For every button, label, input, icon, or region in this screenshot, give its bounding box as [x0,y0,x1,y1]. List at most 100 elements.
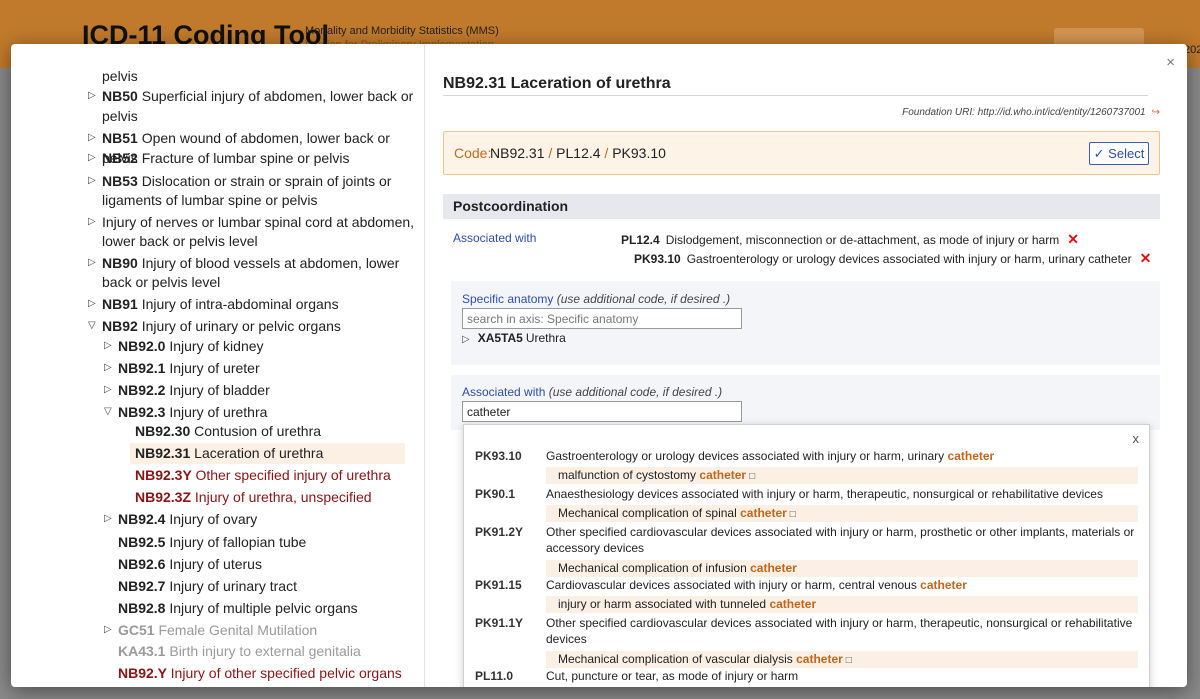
tree-row-label: back or pelvis level [102,274,221,290]
tree-row-code: NB92 [102,318,142,334]
result-description[interactable]: Other specified cardiovascular devices a… [546,524,1138,556]
result-description[interactable]: Cardiovascular devices associated with i… [546,577,1138,593]
result-description[interactable]: Cut, puncture or tear, as mode of injury… [546,668,1138,684]
expand-triangle-icon[interactable]: ▷ [88,212,96,232]
tree-row-label: Injury of nerves or lumbar spinal cord a… [102,214,415,230]
tree-row-label: Injury of multiple pelvic organs [169,600,358,616]
tree-row-label: Injury of kidney [169,338,264,354]
result-matched-term[interactable]: Mechanical complication of vascular dial… [546,651,1138,668]
tree-row-label: Superficial injury of abdomen, lower bac… [141,88,414,104]
postcoordination-item: PK93.10 Gastroenterology or urology devic… [634,250,1151,267]
tree-row-code: GC51 [118,622,159,638]
result-matched-term[interactable]: malfunction of cystostomy catheter □ [546,467,1138,484]
tree-row-text: NB90 Injury of blood vessels at abdomen,… [102,253,399,273]
expand-triangle-icon[interactable]: ▷ [104,336,112,356]
result-matched-term[interactable]: Mechanical complication of infusion cath… [546,560,1138,577]
tree-row-text: NB92.0 Injury of kidney [118,336,264,356]
tree-row-code: NB50 [102,88,142,104]
tree-row-code: NB51 [102,130,142,146]
tree-row-text: NB92.3Z Injury of urethra, unspecified [135,487,372,507]
result-description[interactable]: Anaesthesiology devices associated with … [546,486,1138,502]
remove-icon[interactable]: ✕ [1140,250,1152,266]
remove-icon[interactable]: ✕ [1067,231,1079,247]
code-ext-1: PL12.4 [556,145,601,161]
tree-row-text: KA43.1 Birth injury to external genitali… [118,641,361,661]
tree-row-label: Other specified injury of urethra [195,467,391,483]
tree-row-label: Injury of urinary or pelvic organs [141,318,341,334]
info-square-icon[interactable]: □ [846,655,852,666]
external-link-icon[interactable]: ↪ [1152,107,1160,118]
associated-with-link[interactable]: Associated with [453,231,536,245]
axis-result-code: XA5TA5 [477,331,523,345]
result-description-text: Gastroenterology or urology devices asso… [546,449,948,463]
tree-row-label: Injury of ovary [169,511,258,527]
result-code[interactable]: PL11.0 [475,669,513,683]
expand-triangle-icon[interactable]: ▷ [88,253,96,273]
title-divider [443,95,1148,96]
dropdown-close-icon[interactable]: x [1133,431,1140,446]
pc-item-code: PK93.10 [634,252,681,266]
result-code[interactable]: PK91.15 [475,578,522,592]
tree-row-code: NB92.7 [118,578,170,594]
info-square-icon[interactable]: □ [749,471,755,482]
tree-row-text: NB92.30 Contusion of urethra [135,421,321,441]
entity-modal: × pelvis ▷ NB50 Superficial injury of abdo… [11,44,1187,687]
tree-row-code: NB92.Y [118,665,171,681]
tree-row-label: lower back or pelvis level [102,233,258,249]
tree-row-text: pelvis [102,106,138,126]
entity-title: NB92.31 Laceration of urethra [443,75,671,92]
result-code[interactable]: PK91.1Y [475,616,523,630]
tree-row-label: Contusion of urethra [194,423,322,439]
specific-anatomy-search-input[interactable] [462,308,742,329]
code-separator: / [548,145,553,161]
axis-label[interactable]: Specific anatomy (use additional code, i… [462,292,730,306]
expand-triangle-icon[interactable]: ▷ [88,294,96,314]
expand-triangle-icon[interactable]: ▷ [88,171,96,191]
postcoordination-item: PL12.4 Dislodgement, misconnection or de-… [621,231,1079,248]
search-highlight: catheter [750,561,797,575]
modal-close-icon[interactable]: × [1166,54,1175,71]
associated-with-search-input[interactable] [462,401,742,422]
tree-row-text: GC51 Female Genital Mutilation [118,620,317,640]
result-description[interactable]: Gastroenterology or urology devices asso… [546,448,1138,464]
tree-row-label: Injury of bladder [169,382,270,398]
expand-triangle-icon[interactable]: ▷ [104,358,112,378]
result-code[interactable]: PK91.2Y [475,525,523,539]
tree-row-text: NB91 Injury of intra-abdominal organs [102,294,339,314]
tree-row-text: ligaments of lumbar spine or pelvis [102,190,318,210]
axis-label[interactable]: Associated with (use additional code, if… [462,385,722,399]
result-code[interactable]: PK90.1 [475,487,515,501]
tree-row-label: Injury of fallopian tube [169,534,307,550]
pc-item-code: PL12.4 [621,233,660,247]
foundation-uri[interactable]: Foundation URI: http://id.who.int/icd/en… [902,107,1160,118]
search-highlight: catheter [920,578,967,592]
select-button[interactable]: ✓ Select [1089,142,1149,165]
expand-triangle-icon[interactable]: ▷ [88,86,96,106]
axis-result-item[interactable]: ▷ XA5TA5 Urethra [462,331,566,345]
expand-triangle-icon[interactable]: ▷ [88,128,96,148]
entity-detail: NB92.31 Laceration of urethra Foundation… [443,44,1163,687]
expand-triangle-icon[interactable]: ▷ [104,509,112,529]
result-matched-term[interactable]: injury or harm associated with tunneled … [546,596,1138,613]
hierarchy-tree: pelvis ▷ NB50 Superficial injury of abdome… [11,44,425,687]
result-code[interactable]: PK93.10 [475,449,522,463]
tree-row-text: NB92.8 Injury of multiple pelvic organs [118,598,358,618]
collapse-triangle-icon[interactable]: ▽ [104,402,112,422]
expand-triangle-icon[interactable]: ▷ [104,620,112,640]
foundation-uri-text: Foundation URI: http://id.who.int/icd/en… [902,107,1146,118]
tree-row-code: NB92.3Y [135,467,196,483]
expand-triangle-icon[interactable]: ▷ [462,334,470,345]
result-description-text: Cardiovascular devices associated with i… [546,578,921,592]
info-square-icon[interactable]: □ [790,509,796,520]
code-ext-2: PK93.10 [612,145,666,161]
expand-triangle-icon[interactable]: ▷ [104,380,112,400]
matched-term-text: injury or harm associated with tunneled [558,597,770,611]
result-description-text: Anaesthesiology devices associated with … [546,487,1103,501]
result-matched-term[interactable]: Mechanical complication of spinal cathet… [546,505,1138,522]
axis-hint: (use additional code, if desired .) [556,292,731,306]
search-highlight: catheter [796,652,843,666]
tree-row-text: NB92 Injury of urinary or pelvic organs [102,316,341,336]
result-description[interactable]: Other specified cardiovascular devices a… [546,615,1138,647]
collapse-triangle-icon[interactable]: ▽ [88,316,96,336]
expand-triangle-icon[interactable]: ▷ [88,148,96,168]
